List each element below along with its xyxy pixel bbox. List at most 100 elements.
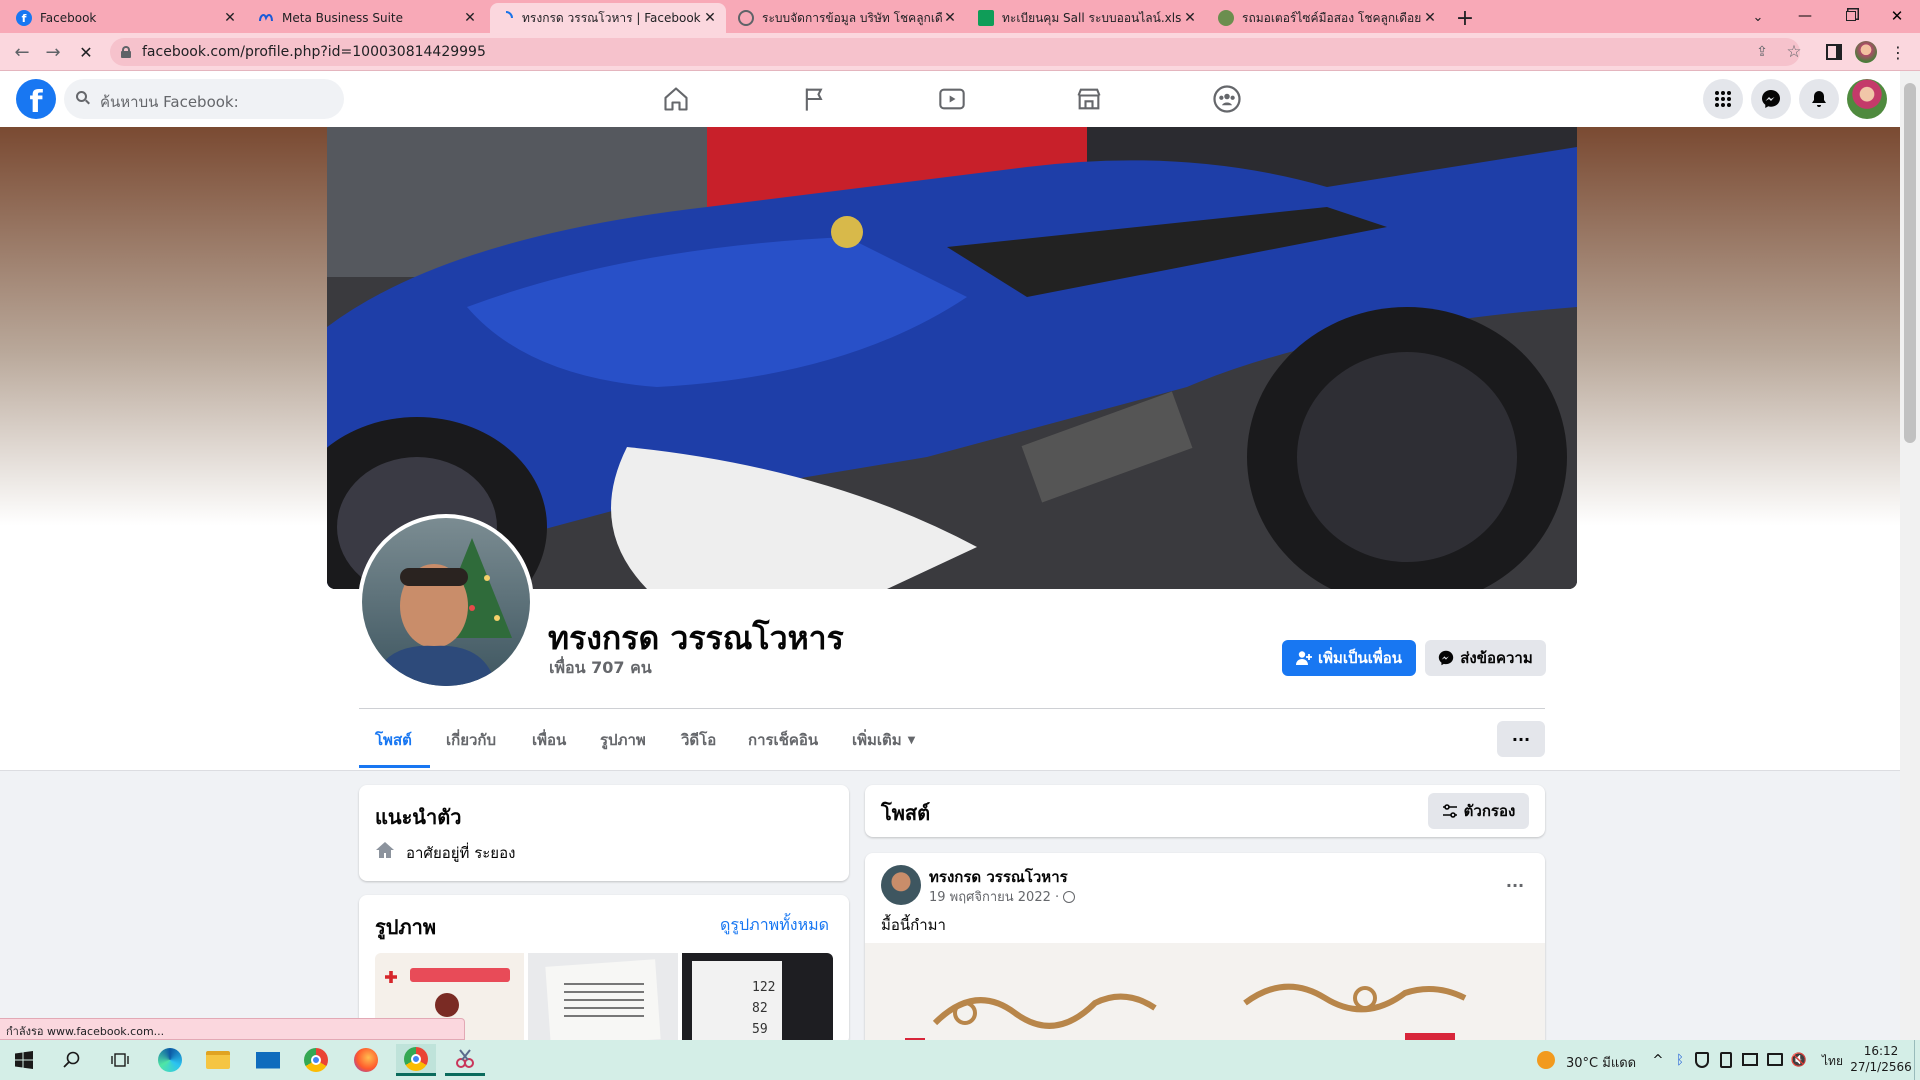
tab-friends[interactable]: เพื่อน bbox=[532, 712, 566, 768]
facebook-search-box[interactable]: ค้นหาบน Facebook: bbox=[64, 79, 344, 119]
post-author-avatar[interactable] bbox=[881, 865, 921, 905]
close-window-icon[interactable]: ✕ bbox=[1882, 3, 1912, 29]
tab-title: ระบบจัดการข้อมูล บริษัท โชคลูกเดือย bbox=[762, 10, 942, 25]
nav-marketplace[interactable] bbox=[1033, 71, 1144, 127]
posts-title: โพสต์ bbox=[881, 801, 931, 825]
bookmark-star-icon[interactable]: ☆ bbox=[1784, 42, 1804, 62]
restore-icon[interactable] bbox=[1836, 3, 1866, 29]
post-card: ทรงกรด วรรณโวหาร 19 พฤศจิกายน 2022 · ···… bbox=[865, 853, 1545, 1053]
tab-photos[interactable]: รูปภาพ bbox=[600, 712, 646, 768]
weather-text[interactable]: 30°C มีแดด bbox=[1566, 1052, 1636, 1073]
profile-more-button[interactable]: ··· bbox=[1497, 721, 1545, 757]
windows-start-button[interactable] bbox=[4, 1044, 44, 1076]
taskbar-file-explorer[interactable] bbox=[198, 1044, 238, 1076]
sheets-favicon-icon bbox=[978, 10, 994, 26]
facebook-favicon-icon: f bbox=[16, 10, 32, 26]
facebook-logo[interactable]: f bbox=[16, 79, 56, 120]
speaker-muted-icon[interactable]: 🔇 bbox=[1790, 1050, 1808, 1070]
red-cross-icon bbox=[385, 971, 397, 983]
windows-logo-icon bbox=[15, 1051, 33, 1069]
cover-photo[interactable] bbox=[327, 127, 1577, 589]
page-scrollbar[interactable] bbox=[1900, 71, 1920, 1040]
nav-watch[interactable] bbox=[896, 71, 1007, 127]
posts-header-card: โพสต์ ตัวกรอง bbox=[865, 785, 1545, 837]
show-hidden-icons-chevron-icon[interactable]: ^ bbox=[1650, 1050, 1666, 1070]
task-view-button[interactable] bbox=[100, 1044, 140, 1076]
forward-arrow-icon[interactable]: → bbox=[41, 40, 65, 64]
filter-sliders-icon bbox=[1442, 804, 1457, 818]
network-monitor-icon[interactable] bbox=[1767, 1053, 1783, 1066]
close-tab-icon[interactable]: ✕ bbox=[702, 10, 718, 26]
nav-pages[interactable] bbox=[759, 71, 870, 127]
taskbar-snipping-tool[interactable] bbox=[445, 1044, 485, 1076]
show-desktop-button[interactable] bbox=[1914, 1040, 1920, 1080]
nav-home[interactable] bbox=[620, 71, 731, 127]
minimize-icon[interactable]: — bbox=[1790, 3, 1820, 29]
chrome-profile-avatar[interactable] bbox=[1855, 41, 1877, 63]
post-meta: 19 พฤศจิกายน 2022 · bbox=[929, 886, 1076, 907]
messenger-button[interactable] bbox=[1751, 79, 1791, 119]
stop-loading-icon[interactable]: ✕ bbox=[74, 40, 98, 64]
new-tab-button[interactable]: + bbox=[1452, 5, 1478, 31]
tab-facebook[interactable]: f Facebook ✕ bbox=[8, 3, 246, 33]
profile-picture[interactable] bbox=[358, 514, 534, 690]
snipping-tool-icon bbox=[456, 1048, 474, 1068]
taskbar-mail[interactable] bbox=[248, 1044, 288, 1076]
account-avatar[interactable] bbox=[1847, 79, 1887, 119]
close-tab-icon[interactable]: ✕ bbox=[942, 10, 958, 26]
side-panel-icon[interactable] bbox=[1826, 44, 1842, 60]
scrollbar-thumb[interactable] bbox=[1904, 83, 1916, 443]
nav-groups[interactable] bbox=[1171, 71, 1282, 127]
profile-divider bbox=[359, 708, 1545, 709]
menu-grid-button[interactable] bbox=[1703, 79, 1743, 119]
add-friend-icon bbox=[1295, 651, 1312, 665]
tab-about[interactable]: เกี่ยวกับ bbox=[446, 712, 496, 768]
taskbar-edge[interactable] bbox=[150, 1044, 190, 1076]
device-icon[interactable] bbox=[1720, 1052, 1732, 1068]
receipt-value: 122 bbox=[752, 980, 776, 995]
taskbar-chrome-pinned-active[interactable] bbox=[396, 1044, 436, 1076]
tab-checkins[interactable]: การเช็คอิน bbox=[748, 712, 818, 768]
post-options-button[interactable]: ··· bbox=[1497, 867, 1533, 903]
close-tab-icon[interactable]: ✕ bbox=[222, 10, 238, 26]
filter-button[interactable]: ตัวกรอง bbox=[1428, 793, 1529, 829]
tab-search-chevron-icon[interactable]: ⌄ bbox=[1745, 4, 1771, 30]
filter-label: ตัวกรอง bbox=[1463, 802, 1516, 820]
taskbar-firefox[interactable] bbox=[346, 1044, 386, 1076]
input-language[interactable]: ไทย bbox=[1822, 1052, 1843, 1071]
display-icon[interactable] bbox=[1742, 1053, 1758, 1066]
taskbar-chrome[interactable] bbox=[296, 1044, 336, 1076]
taskbar-search-button[interactable] bbox=[52, 1044, 92, 1076]
friend-count[interactable]: เพื่อน 707 คน bbox=[549, 656, 652, 681]
tab-posts[interactable]: โพสต์ bbox=[375, 712, 412, 768]
home-icon bbox=[663, 87, 688, 111]
notifications-button[interactable] bbox=[1799, 79, 1839, 119]
see-all-photos-link[interactable]: ดูรูปภาพทั้งหมด bbox=[720, 913, 829, 938]
add-friend-button[interactable]: เพิ่มเป็นเพื่อน bbox=[1282, 640, 1416, 676]
close-tab-icon[interactable]: ✕ bbox=[1182, 10, 1198, 26]
close-tab-icon[interactable]: ✕ bbox=[462, 10, 478, 26]
tab-google-sheet[interactable]: ทะเบียนคุม Sall ระบบออนไลน์.xlsx - G ✕ bbox=[970, 3, 1206, 33]
post-image[interactable] bbox=[865, 943, 1545, 1053]
back-arrow-icon[interactable]: ← bbox=[10, 40, 34, 64]
message-button[interactable]: ส่งข้อความ bbox=[1425, 640, 1546, 676]
share-icon[interactable]: ⇪ bbox=[1752, 42, 1772, 62]
tab-videos[interactable]: วิดีโอ bbox=[681, 712, 716, 768]
photo-thumbnail-3[interactable]: 122 82 59 bbox=[682, 953, 833, 1045]
search-icon bbox=[63, 1051, 80, 1068]
post-date[interactable]: 19 พฤศจิกายน 2022 · bbox=[929, 886, 1059, 907]
tab-more[interactable]: เพิ่มเติม ▼ bbox=[852, 712, 915, 768]
url-text[interactable]: facebook.com/profile.php?id=100030814429… bbox=[142, 44, 486, 60]
bluetooth-icon[interactable]: ᛒ bbox=[1673, 1050, 1687, 1070]
tab-used-motorcycles[interactable]: รถมอเตอร์ไซค์มือสอง โชคลูกเดือย อุดรธานี… bbox=[1210, 3, 1446, 33]
chrome-menu-icon[interactable]: ⋮ bbox=[1888, 41, 1908, 63]
taskbar-clock[interactable]: 16:12 27/1/2566 bbox=[1850, 1043, 1912, 1075]
tab-profile-active[interactable]: ทรงกรด วรรณโวหาร | Facebook ✕ bbox=[490, 3, 726, 33]
security-shield-icon[interactable] bbox=[1695, 1052, 1709, 1068]
photo-thumbnail-2[interactable] bbox=[528, 953, 678, 1045]
weather-sun-icon[interactable] bbox=[1537, 1051, 1555, 1069]
close-tab-icon[interactable]: ✕ bbox=[1422, 10, 1438, 26]
tab-data-system[interactable]: ระบบจัดการข้อมูล บริษัท โชคลูกเดือย ✕ bbox=[730, 3, 966, 33]
tab-meta-business-suite[interactable]: Meta Business Suite ✕ bbox=[250, 3, 486, 33]
caret-down-icon: ▼ bbox=[907, 734, 916, 746]
